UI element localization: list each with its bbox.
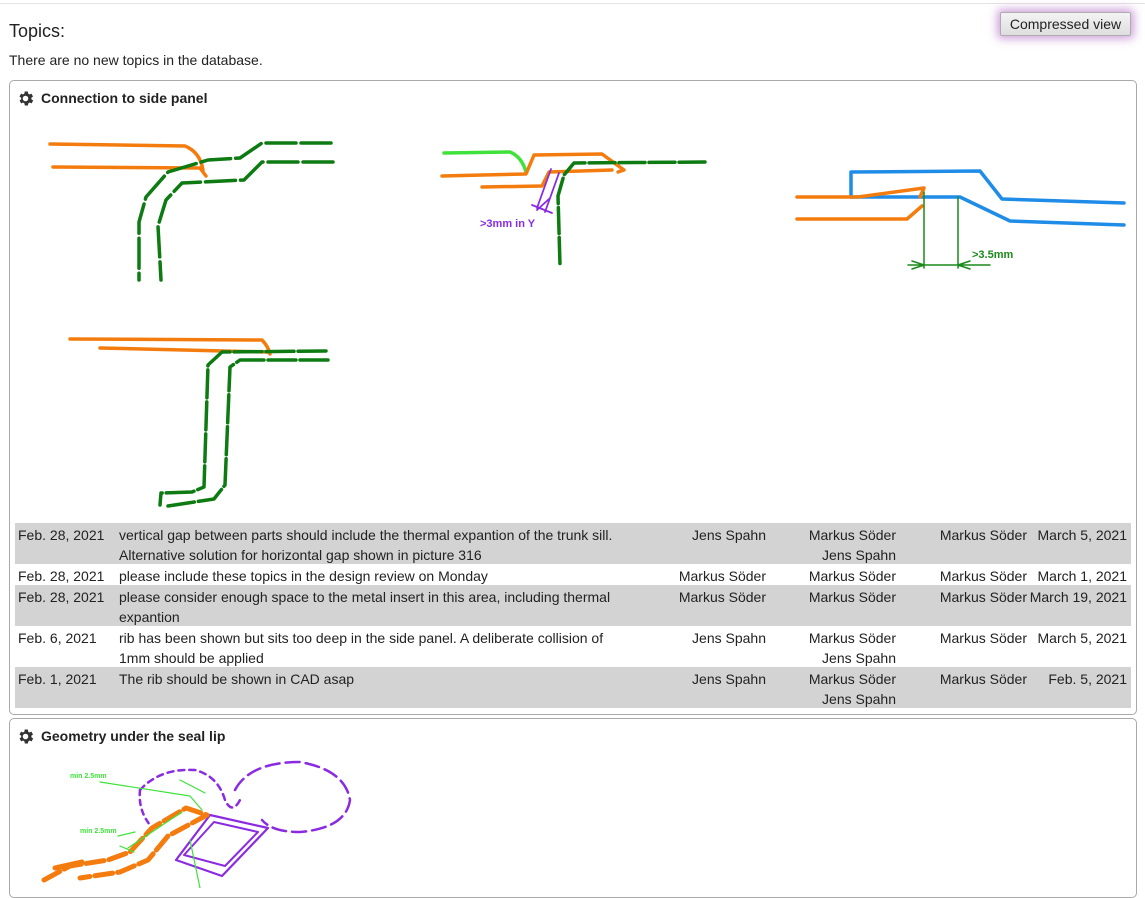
min-annotation: min 2.5mm: [80, 828, 117, 835]
gap-annotation: >3mm in Y: [480, 218, 536, 230]
row-description: vertical gap between parts should includ…: [119, 525, 654, 565]
description-line: vertical gap between parts should includ…: [119, 527, 613, 543]
row-participants: Markus Söder Jens Spahn: [775, 669, 896, 709]
row-due-date: March 19, 2021: [1029, 589, 1127, 605]
row-due-date: March 5, 2021: [1037, 630, 1128, 646]
row-description: please consider enough space to the meta…: [119, 587, 654, 627]
table-row[interactable]: Feb. 28, 2021 please consider enough spa…: [15, 585, 1131, 626]
row-due-date: March 1, 2021: [1037, 568, 1128, 584]
row-due-date: March 5, 2021: [1037, 527, 1128, 543]
participant-name: Markus Söder: [808, 671, 896, 687]
min-annotation: min 2.5mm: [70, 773, 107, 780]
description-line: rib has been shown but sits too deep in …: [119, 630, 604, 646]
topic-header: Geometry under the seal lip: [16, 726, 225, 746]
row-due-date: Feb. 5, 2021: [1048, 671, 1127, 687]
participant-name: Markus Söder: [808, 630, 896, 646]
row-date: Feb. 28, 2021: [18, 568, 105, 584]
row-responsible: Jens Spahn: [692, 671, 766, 687]
participant-name: Jens Spahn: [822, 650, 896, 666]
row-date: Feb. 1, 2021: [18, 671, 97, 687]
table-row[interactable]: Feb. 28, 2021 please include these topic…: [15, 564, 1131, 585]
row-date: Feb. 6, 2021: [18, 630, 97, 646]
gear-icon[interactable]: [16, 89, 35, 108]
topic-header: Connection to side panel: [16, 88, 207, 108]
row-responsible: Markus Söder: [678, 589, 766, 605]
description-line: The rib should be shown in CAD asap: [119, 671, 355, 687]
description-line: 1mm should be applied: [119, 650, 264, 666]
topic-title: Geometry under the seal lip: [41, 728, 226, 744]
row-participants: Markus Söder: [775, 566, 896, 586]
row-participants: Markus Söder Jens Spahn: [775, 628, 896, 668]
sketch-image[interactable]: [60, 332, 340, 512]
topic-title: Connection to side panel: [41, 90, 208, 106]
row-author: Markus Söder: [939, 589, 1027, 605]
gap-annotation: >3.5mm: [972, 249, 1013, 261]
row-author: Markus Söder: [939, 568, 1027, 584]
description-line: please consider enough space to the meta…: [119, 589, 611, 605]
sketch-image[interactable]: >3mm in Y: [435, 145, 715, 270]
row-date: Feb. 28, 2021: [18, 527, 105, 543]
row-participants: Markus Söder: [775, 587, 896, 607]
table-row[interactable]: Feb. 6, 2021 rib has been shown but sits…: [15, 626, 1131, 667]
participant-name: Jens Spahn: [822, 547, 896, 563]
table-row[interactable]: Feb. 1, 2021 The rib should be shown in …: [15, 667, 1131, 708]
row-author: Markus Söder: [939, 671, 1027, 687]
description-line: expantion: [119, 609, 180, 625]
no-new-topics-message: There are no new topics in the database.: [9, 52, 263, 68]
row-participants: Markus Söder Jens Spahn: [775, 525, 896, 565]
description-line: please include these topics in the desig…: [119, 568, 488, 584]
row-responsible: Jens Spahn: [692, 527, 766, 543]
row-description: The rib should be shown in CAD asap: [119, 669, 654, 689]
participant-name: Markus Söder: [808, 568, 896, 584]
topic-comments-table: Feb. 28, 2021 vertical gap between parts…: [15, 523, 1131, 708]
participant-name: Markus Söder: [808, 589, 896, 605]
participant-name: Markus Söder: [808, 527, 896, 543]
description-line: Alternative solution for horizontal gap …: [119, 547, 482, 563]
compressed-view-button[interactable]: Compressed view: [1000, 12, 1131, 36]
participant-name: Jens Spahn: [822, 691, 896, 707]
row-author: Markus Söder: [939, 527, 1027, 543]
row-responsible: Jens Spahn: [692, 630, 766, 646]
sketch-image[interactable]: >3.5mm: [790, 165, 1130, 275]
sketch-image[interactable]: min 2.5mm min 2.5mm: [35, 755, 365, 888]
gear-icon[interactable]: [16, 727, 35, 746]
page-title: Topics:: [9, 21, 66, 41]
row-author: Markus Söder: [939, 630, 1027, 646]
top-divider: [0, 3, 1145, 4]
row-date: Feb. 28, 2021: [18, 589, 105, 605]
table-row[interactable]: Feb. 28, 2021 vertical gap between parts…: [15, 523, 1131, 564]
sketch-image[interactable]: [40, 132, 345, 292]
row-description: rib has been shown but sits too deep in …: [119, 628, 654, 668]
row-description: please include these topics in the desig…: [119, 566, 654, 586]
row-responsible: Markus Söder: [678, 568, 766, 584]
